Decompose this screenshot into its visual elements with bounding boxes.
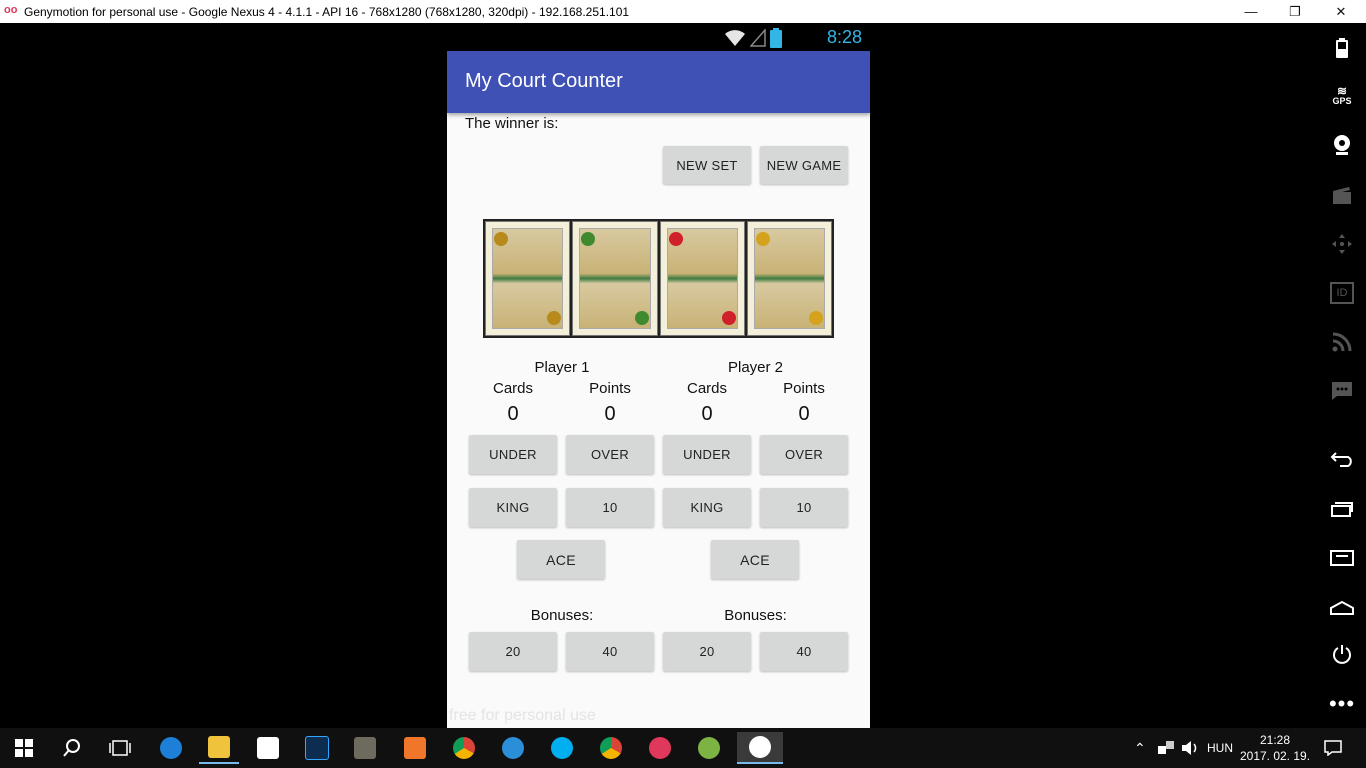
player1-ten-button[interactable]: 10: [566, 488, 654, 527]
more-options-icon[interactable]: •••: [1328, 690, 1356, 718]
skype-icon[interactable]: [542, 732, 582, 764]
taskbar-time: 21:28: [1259, 733, 1291, 747]
file-explorer-icon[interactable]: [199, 732, 239, 764]
signal-icon: [749, 28, 766, 52]
player1-cards-value: 0: [507, 403, 519, 425]
battery-widget-icon[interactable]: [1328, 34, 1356, 62]
watermark: free for personal use: [449, 707, 596, 724]
player1-cards-label: Cards: [492, 380, 533, 397]
winner-label: The winner is:: [465, 115, 559, 132]
chrome-icon-2[interactable]: [591, 732, 631, 764]
task-view-icon[interactable]: [100, 732, 140, 764]
show-hidden-icons[interactable]: ⌃: [1134, 728, 1146, 768]
network-widget-icon[interactable]: [1328, 328, 1356, 356]
app-blue-icon[interactable]: [493, 732, 533, 764]
card-bell: [746, 221, 832, 336]
player2-ten-button[interactable]: 10: [760, 488, 848, 527]
genymotion-icon[interactable]: [640, 732, 680, 764]
emulator-screen: 8:28 My Court Counter The winner is: NEW…: [447, 23, 870, 728]
player2-under-button[interactable]: UNDER: [663, 435, 751, 474]
player1-bonuses-label: Bonuses:: [530, 607, 594, 624]
search-icon[interactable]: [52, 732, 92, 764]
dpad-widget-icon[interactable]: [1328, 230, 1356, 258]
player2-cards-label: Cards: [686, 380, 727, 397]
player1-under-button[interactable]: UNDER: [469, 435, 557, 474]
card-image: [483, 219, 834, 338]
app-title: My Court Counter: [465, 70, 623, 92]
screencast-widget-icon[interactable]: [1328, 181, 1356, 209]
player2-bonus-40-button[interactable]: 40: [760, 632, 848, 671]
store-icon[interactable]: [248, 732, 288, 764]
taskbar-clock[interactable]: 21:28 2017. 02. 19.: [1238, 732, 1312, 764]
id-label: ID: [1330, 282, 1354, 304]
gps-widget-icon[interactable]: ≋ GPS: [1328, 82, 1356, 110]
gimp-icon[interactable]: [345, 732, 385, 764]
card-heart: [659, 221, 745, 336]
close-button[interactable]: ✕: [1318, 0, 1364, 23]
start-icon[interactable]: [4, 732, 44, 764]
card-acorn: [485, 221, 571, 336]
home-icon[interactable]: [1328, 593, 1356, 621]
wifi-icon: [724, 29, 746, 52]
window-title-bar: oo Genymotion for personal use - Google …: [0, 0, 1366, 23]
taskbar: ⌃ HUN 21:28 2017. 02. 19.: [0, 728, 1366, 768]
player2-ace-button[interactable]: ACE: [711, 540, 799, 579]
webcam-widget-icon[interactable]: [1328, 131, 1356, 159]
edge-icon[interactable]: [151, 732, 191, 764]
player1-bonus-20-button[interactable]: 20: [469, 632, 557, 671]
recent-apps-icon[interactable]: [1328, 495, 1356, 523]
xampp-icon[interactable]: [395, 732, 435, 764]
player1-name: Player 1: [534, 359, 590, 376]
status-clock: 8:28: [826, 27, 862, 47]
player2-bonuses-label: Bonuses:: [724, 607, 787, 624]
gps-label: GPS: [1332, 96, 1352, 106]
player2-points-value: 0: [798, 403, 810, 425]
sms-widget-icon[interactable]: [1328, 377, 1356, 405]
card-leaf: [572, 221, 658, 336]
taskbar-date: 2017. 02. 19.: [1239, 749, 1311, 763]
notifications-icon[interactable]: [1324, 728, 1342, 768]
chrome-icon[interactable]: [444, 732, 484, 764]
player1-over-button[interactable]: OVER: [566, 435, 654, 474]
network-tray-icon[interactable]: [1157, 728, 1175, 768]
player2-points-label: Points: [783, 380, 825, 397]
battery-icon: [770, 28, 782, 53]
player2-cards-value: 0: [701, 403, 713, 425]
player1-points-label: Points: [589, 380, 631, 397]
genymotion-logo: oo: [4, 4, 18, 16]
language-indicator[interactable]: HUN: [1207, 728, 1233, 768]
minimize-button[interactable]: —: [1228, 0, 1274, 23]
window-title: Genymotion for personal use - Google Nex…: [24, 5, 630, 19]
device-id-widget-icon[interactable]: ID: [1328, 279, 1356, 307]
player1-king-button[interactable]: KING: [469, 488, 557, 527]
genymotion-player-icon[interactable]: [737, 732, 783, 764]
power-icon[interactable]: [1328, 641, 1356, 669]
back-icon[interactable]: [1328, 445, 1356, 473]
player1-ace-button[interactable]: ACE: [517, 540, 605, 579]
player1-bonus-40-button[interactable]: 40: [566, 632, 654, 671]
photoshop-icon[interactable]: [297, 732, 337, 764]
player2-bonus-20-button[interactable]: 20: [663, 632, 751, 671]
player1-points-value: 0: [604, 403, 616, 425]
android-studio-icon[interactable]: [689, 732, 729, 764]
new-set-button[interactable]: NEW SET: [663, 146, 751, 184]
menu-icon[interactable]: [1328, 544, 1356, 572]
restore-button[interactable]: ❐: [1272, 0, 1318, 23]
volume-icon[interactable]: [1181, 728, 1199, 768]
app-bar: My Court Counter: [447, 51, 870, 113]
player2-over-button[interactable]: OVER: [760, 435, 848, 474]
android-status-bar: 8:28: [447, 23, 870, 51]
player2-name: Player 2: [727, 359, 784, 376]
new-game-button[interactable]: NEW GAME: [760, 146, 848, 184]
player2-king-button[interactable]: KING: [663, 488, 751, 527]
